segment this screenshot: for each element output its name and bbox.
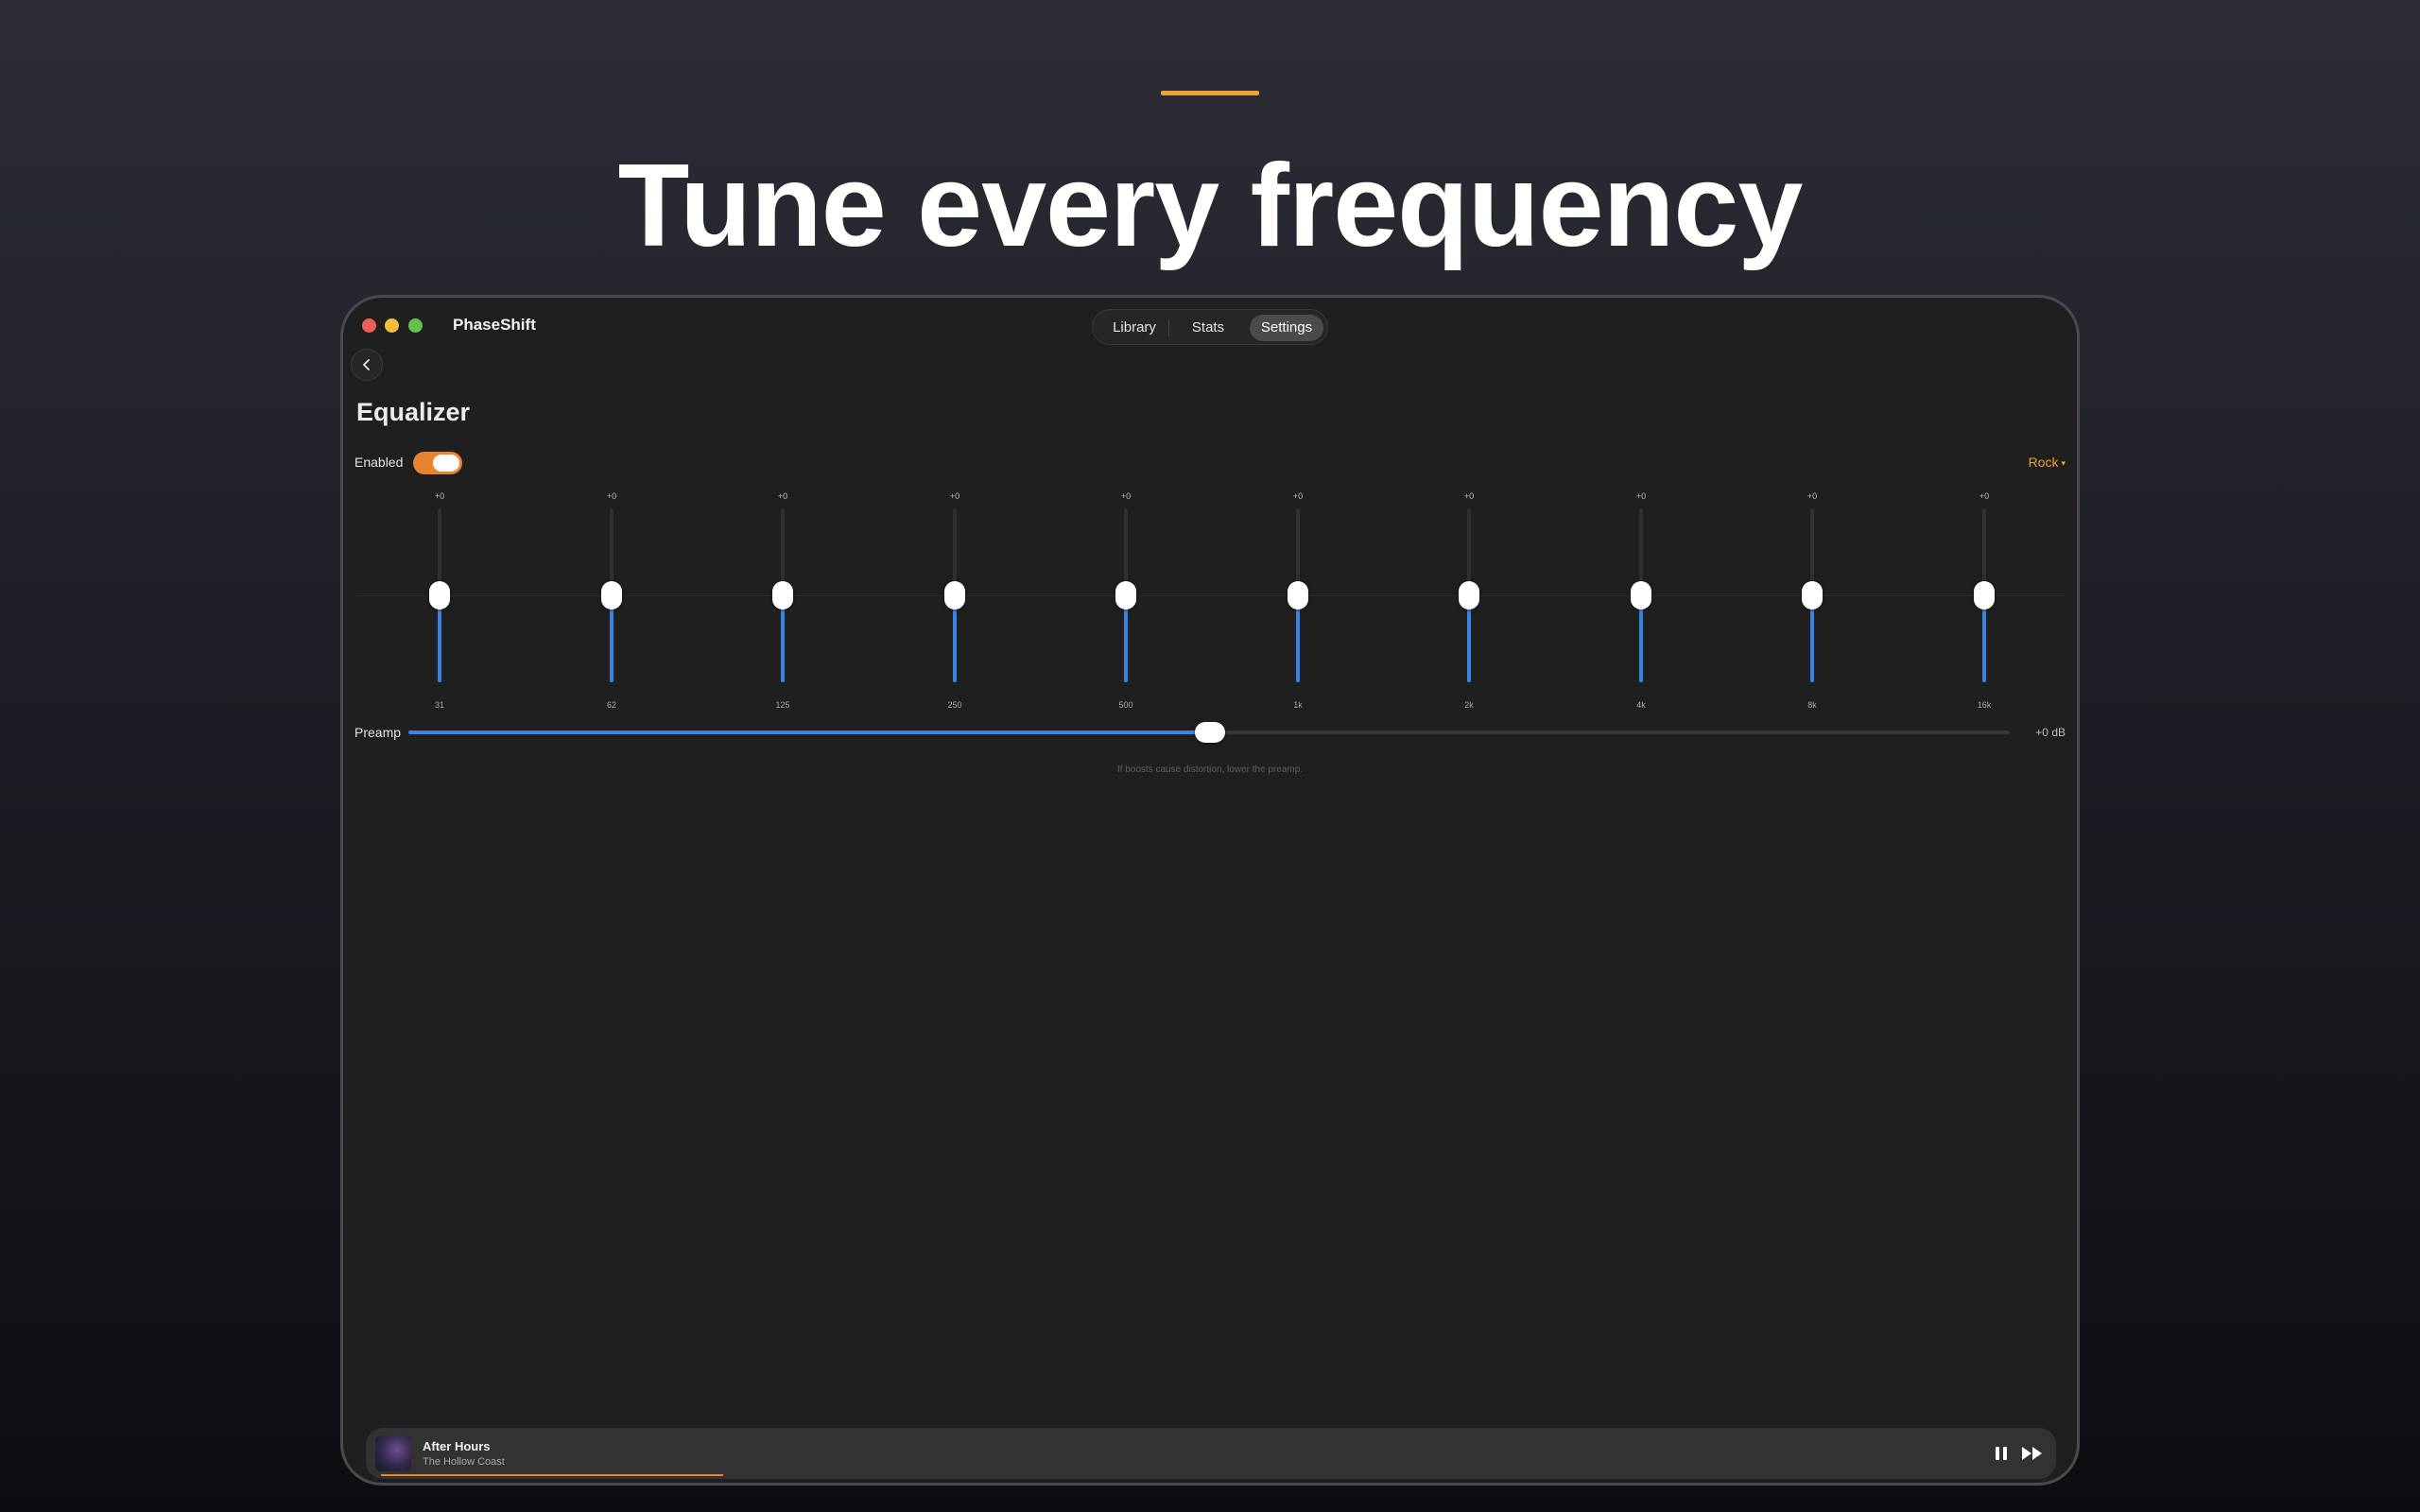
band-frequency: 8k (1807, 700, 1817, 710)
band-gain: +0 (1806, 491, 1818, 501)
preset-label: Rock (2028, 455, 2059, 470)
band-slider-thumb[interactable] (1459, 581, 1479, 610)
band-slider-thumb[interactable] (1974, 581, 1995, 610)
band-frequency: 250 (947, 700, 962, 710)
playback-progress-fill (381, 1474, 723, 1476)
toggle-knob (433, 455, 459, 472)
back-button[interactable] (351, 349, 383, 381)
band-slider-thumb[interactable] (772, 581, 793, 610)
band-slider-thumb[interactable] (601, 581, 622, 610)
preamp-slider-thumb[interactable] (1195, 722, 1225, 743)
tab-stats[interactable]: Stats (1172, 315, 1244, 341)
band-gain: +0 (606, 491, 617, 501)
enabled-label: Enabled (354, 455, 404, 470)
eq-band: +0 4k (1613, 491, 1669, 713)
band-frequency: 4k (1636, 700, 1646, 710)
tab-library[interactable]: Library (1100, 315, 1168, 341)
band-gain: +0 (1120, 491, 1132, 501)
tab-settings[interactable]: Settings (1250, 315, 1323, 341)
track-artist: The Hollow Coast (423, 1456, 505, 1468)
band-slider-thumb[interactable] (944, 581, 965, 610)
eq-band: +0 250 (926, 491, 983, 713)
band-frequency: 500 (1118, 700, 1133, 710)
pause-icon (1996, 1447, 2007, 1460)
band-frequency: 125 (775, 700, 790, 710)
tab-divider (1168, 319, 1169, 336)
eq-band: +0 31 (411, 491, 468, 713)
band-gain: +0 (1463, 491, 1475, 501)
playback-progress[interactable] (381, 1474, 2043, 1476)
hero-title: Tune every frequency (617, 141, 1804, 271)
hero-accent-bar (1161, 91, 1259, 95)
band-frequency: 62 (606, 700, 616, 710)
band-frequency: 2k (1464, 700, 1474, 710)
preset-selector[interactable]: Rock ▾ (2029, 455, 2066, 470)
band-gain: +0 (777, 491, 788, 501)
band-slider-thumb[interactable] (1288, 581, 1308, 610)
band-frequency: 31 (434, 700, 444, 710)
chevron-down-icon: ▾ (2061, 458, 2066, 468)
enabled-toggle[interactable] (413, 452, 462, 474)
preamp-label: Preamp (354, 725, 402, 740)
band-slider-thumb[interactable] (429, 581, 450, 610)
eq-band: +0 125 (754, 491, 811, 713)
chevron-left-icon (363, 359, 370, 370)
preamp-hint: If boosts cause distortion, lower the pr… (1116, 765, 1304, 775)
page-title: Equalizer (356, 398, 471, 426)
eq-band: +0 1k (1270, 491, 1326, 713)
fast-forward-icon (2022, 1447, 2042, 1460)
band-slider-thumb[interactable] (1115, 581, 1136, 610)
band-gain: +0 (1635, 491, 1647, 501)
band-frequency: 1k (1293, 700, 1303, 710)
eq-band: +0 500 (1098, 491, 1154, 713)
eq-band: +0 16k (1956, 491, 2013, 713)
band-slider-thumb[interactable] (1631, 581, 1651, 610)
band-frequency: 16k (1977, 700, 1992, 710)
close-window-button[interactable] (362, 318, 376, 333)
band-gain: +0 (1292, 491, 1304, 501)
minimize-window-button[interactable] (385, 318, 399, 333)
preamp-slider-fill (408, 730, 1210, 734)
preamp-value: +0 dB (2035, 726, 2066, 739)
now-playing-bar[interactable]: After Hours The Hollow Coast (366, 1428, 2056, 1479)
next-track-button[interactable] (2020, 1444, 2045, 1463)
zoom-window-button[interactable] (408, 318, 423, 333)
eq-band: +0 2k (1441, 491, 1497, 713)
album-art (375, 1435, 411, 1471)
eq-band: +0 8k (1784, 491, 1841, 713)
eq-band: +0 62 (583, 491, 640, 713)
app-title: PhaseShift (453, 316, 536, 334)
app-window: PhaseShift Library Stats Settings Equali… (340, 295, 2080, 1486)
band-gain: +0 (434, 491, 445, 501)
pause-button[interactable] (1992, 1444, 2011, 1463)
tab-bar: Library Stats Settings (1092, 309, 1328, 345)
title-bar: PhaseShift Library Stats Settings (343, 298, 2077, 351)
band-gain: +0 (1979, 491, 1990, 501)
band-slider-thumb[interactable] (1802, 581, 1823, 610)
track-title: After Hours (423, 1439, 491, 1453)
band-gain: +0 (949, 491, 960, 501)
